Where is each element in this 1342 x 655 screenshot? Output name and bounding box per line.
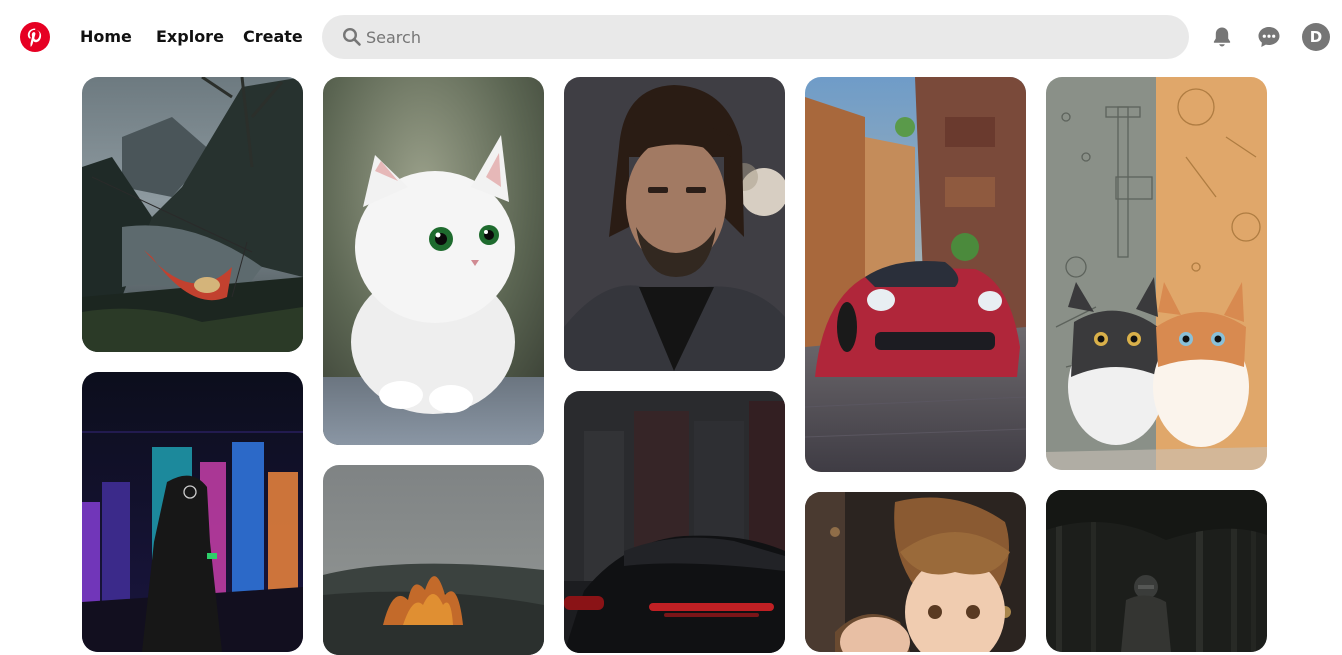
notifications-bell-icon[interactable]: [1208, 23, 1236, 51]
pin-anime-children[interactable]: [805, 492, 1026, 652]
nav-explore-link[interactable]: Explore: [156, 27, 224, 47]
pin-man-portrait-image: [564, 77, 785, 371]
search-icon: [342, 27, 362, 47]
pin-neon-city-figure-image: [82, 372, 303, 652]
pin-man-portrait[interactable]: [564, 77, 785, 371]
nav-create-link[interactable]: Create: [243, 27, 303, 47]
pin-forest-rider[interactable]: [1046, 490, 1267, 652]
pin-white-kitten[interactable]: [323, 77, 544, 445]
user-avatar[interactable]: D: [1302, 23, 1330, 51]
top-navigation-bar: Home Explore Create D: [0, 0, 1342, 74]
pin-campfire-image: [323, 465, 544, 655]
pin-two-cats-illustration[interactable]: [1046, 77, 1267, 470]
pin-two-cats-illustration-image: [1046, 77, 1267, 470]
pin-campfire[interactable]: [323, 465, 544, 655]
pin-white-kitten-image: [323, 77, 544, 445]
pin-red-car-street-image: [805, 77, 1026, 472]
search-input[interactable]: [366, 15, 1166, 59]
search-bar[interactable]: [322, 15, 1189, 59]
pin-red-car-street[interactable]: [805, 77, 1026, 472]
pin-black-sports-car[interactable]: [564, 391, 785, 653]
pinterest-logo-icon[interactable]: [20, 22, 50, 52]
pin-neon-city-figure[interactable]: [82, 372, 303, 652]
pin-anime-children-image: [805, 492, 1026, 652]
messages-chat-icon[interactable]: [1255, 23, 1283, 51]
pin-fjord-hammock[interactable]: [82, 77, 303, 352]
pin-black-sports-car-image: [564, 391, 785, 653]
pin-forest-rider-image: [1046, 490, 1267, 652]
nav-home-link[interactable]: Home: [80, 27, 132, 47]
pin-fjord-hammock-image: [82, 77, 303, 352]
